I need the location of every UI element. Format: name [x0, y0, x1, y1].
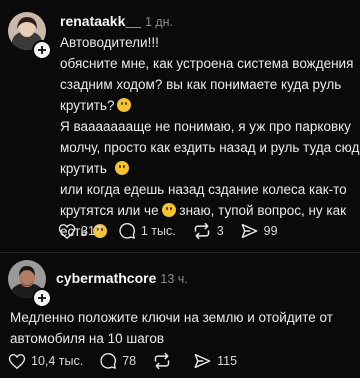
- thread-post: renataakk__ 1 дн. Автоводители!!! обяснит…: [0, 0, 360, 252]
- text-fragment: крутятся или че: [60, 203, 159, 218]
- username[interactable]: renataakk__ 1 дн.: [60, 13, 173, 29]
- username[interactable]: cybermathcore 13 ч.: [56, 270, 188, 286]
- text-fragment: крутить: [60, 161, 107, 176]
- text-line: крутить?: [60, 95, 360, 116]
- text-line: Автоводители!!!: [60, 35, 159, 50]
- follow-plus-icon[interactable]: [32, 40, 52, 60]
- share-icon: [194, 353, 211, 369]
- post-actions: 10,4 тыс. 78 115: [8, 352, 253, 370]
- emoji-icon: [114, 161, 129, 175]
- post-text: Медленно положите ключи на землю и отойд…: [10, 307, 333, 349]
- text-line: обясните мне, как устроена система вожде…: [60, 56, 354, 71]
- like-button[interactable]: 317: [58, 223, 102, 240]
- heart-icon: [8, 353, 26, 369]
- comment-icon: [100, 353, 117, 369]
- post-time: 1 дн.: [144, 15, 174, 29]
- text-line: автомобиля на 10 шагов: [10, 331, 165, 346]
- text-line: Медленно положите ключи на землю и отойд…: [10, 310, 333, 325]
- like-count: 10,4 тыс.: [31, 354, 84, 368]
- share-button[interactable]: 99: [240, 222, 278, 240]
- share-button[interactable]: 115: [193, 352, 237, 370]
- repost-button[interactable]: [152, 352, 177, 370]
- like-button[interactable]: 10,4 тыс.: [8, 353, 83, 370]
- follow-plus-icon[interactable]: [32, 288, 52, 308]
- like-count: 317: [81, 224, 102, 238]
- username-text[interactable]: cybermathcore: [56, 270, 156, 286]
- heart-icon: [58, 223, 76, 239]
- comment-icon: [119, 223, 135, 239]
- share-icon: [241, 223, 258, 239]
- comment-count: 78: [122, 354, 137, 368]
- share-count: 99: [263, 224, 278, 238]
- comment-count: 1 тыс.: [140, 224, 176, 238]
- repost-button[interactable]: 3: [192, 222, 224, 240]
- repost-icon: [194, 222, 210, 240]
- share-count: 115: [217, 354, 238, 368]
- text-line: сзадним ходом? вы как понимаете куда рул…: [60, 77, 342, 92]
- post-actions: 317 1 тыс. 3 99: [58, 222, 294, 240]
- text-line: или когда едешь назад сздание колеса как…: [60, 182, 347, 197]
- repost-count: 3: [216, 224, 224, 238]
- repost-icon: [154, 352, 170, 370]
- emoji-icon: [161, 203, 176, 217]
- username-text[interactable]: renataakk__: [60, 13, 141, 29]
- comment-button[interactable]: 1 тыс.: [118, 222, 176, 240]
- text-line: крутить: [60, 158, 360, 179]
- text-line: молчу, просто как ездить назад и руль ту…: [60, 140, 360, 155]
- text-line: крутятся или че знаю, тупой вопрос, ну к…: [60, 200, 360, 221]
- thread-post: cybermathcore 13 ч. Медленно положите клю…: [0, 252, 360, 378]
- text-fragment: знаю, тупой вопрос, ну как: [179, 203, 347, 218]
- post-time: 13 ч.: [160, 272, 188, 286]
- post-text: Автоводители!!! обясните мне, как устрое…: [60, 32, 360, 242]
- text-line: Я ваааааааще не понимаю, я уж про парков…: [60, 119, 351, 134]
- emoji-icon: [117, 98, 132, 112]
- comment-button[interactable]: 78: [99, 352, 136, 370]
- text-fragment: крутить?: [60, 98, 115, 113]
